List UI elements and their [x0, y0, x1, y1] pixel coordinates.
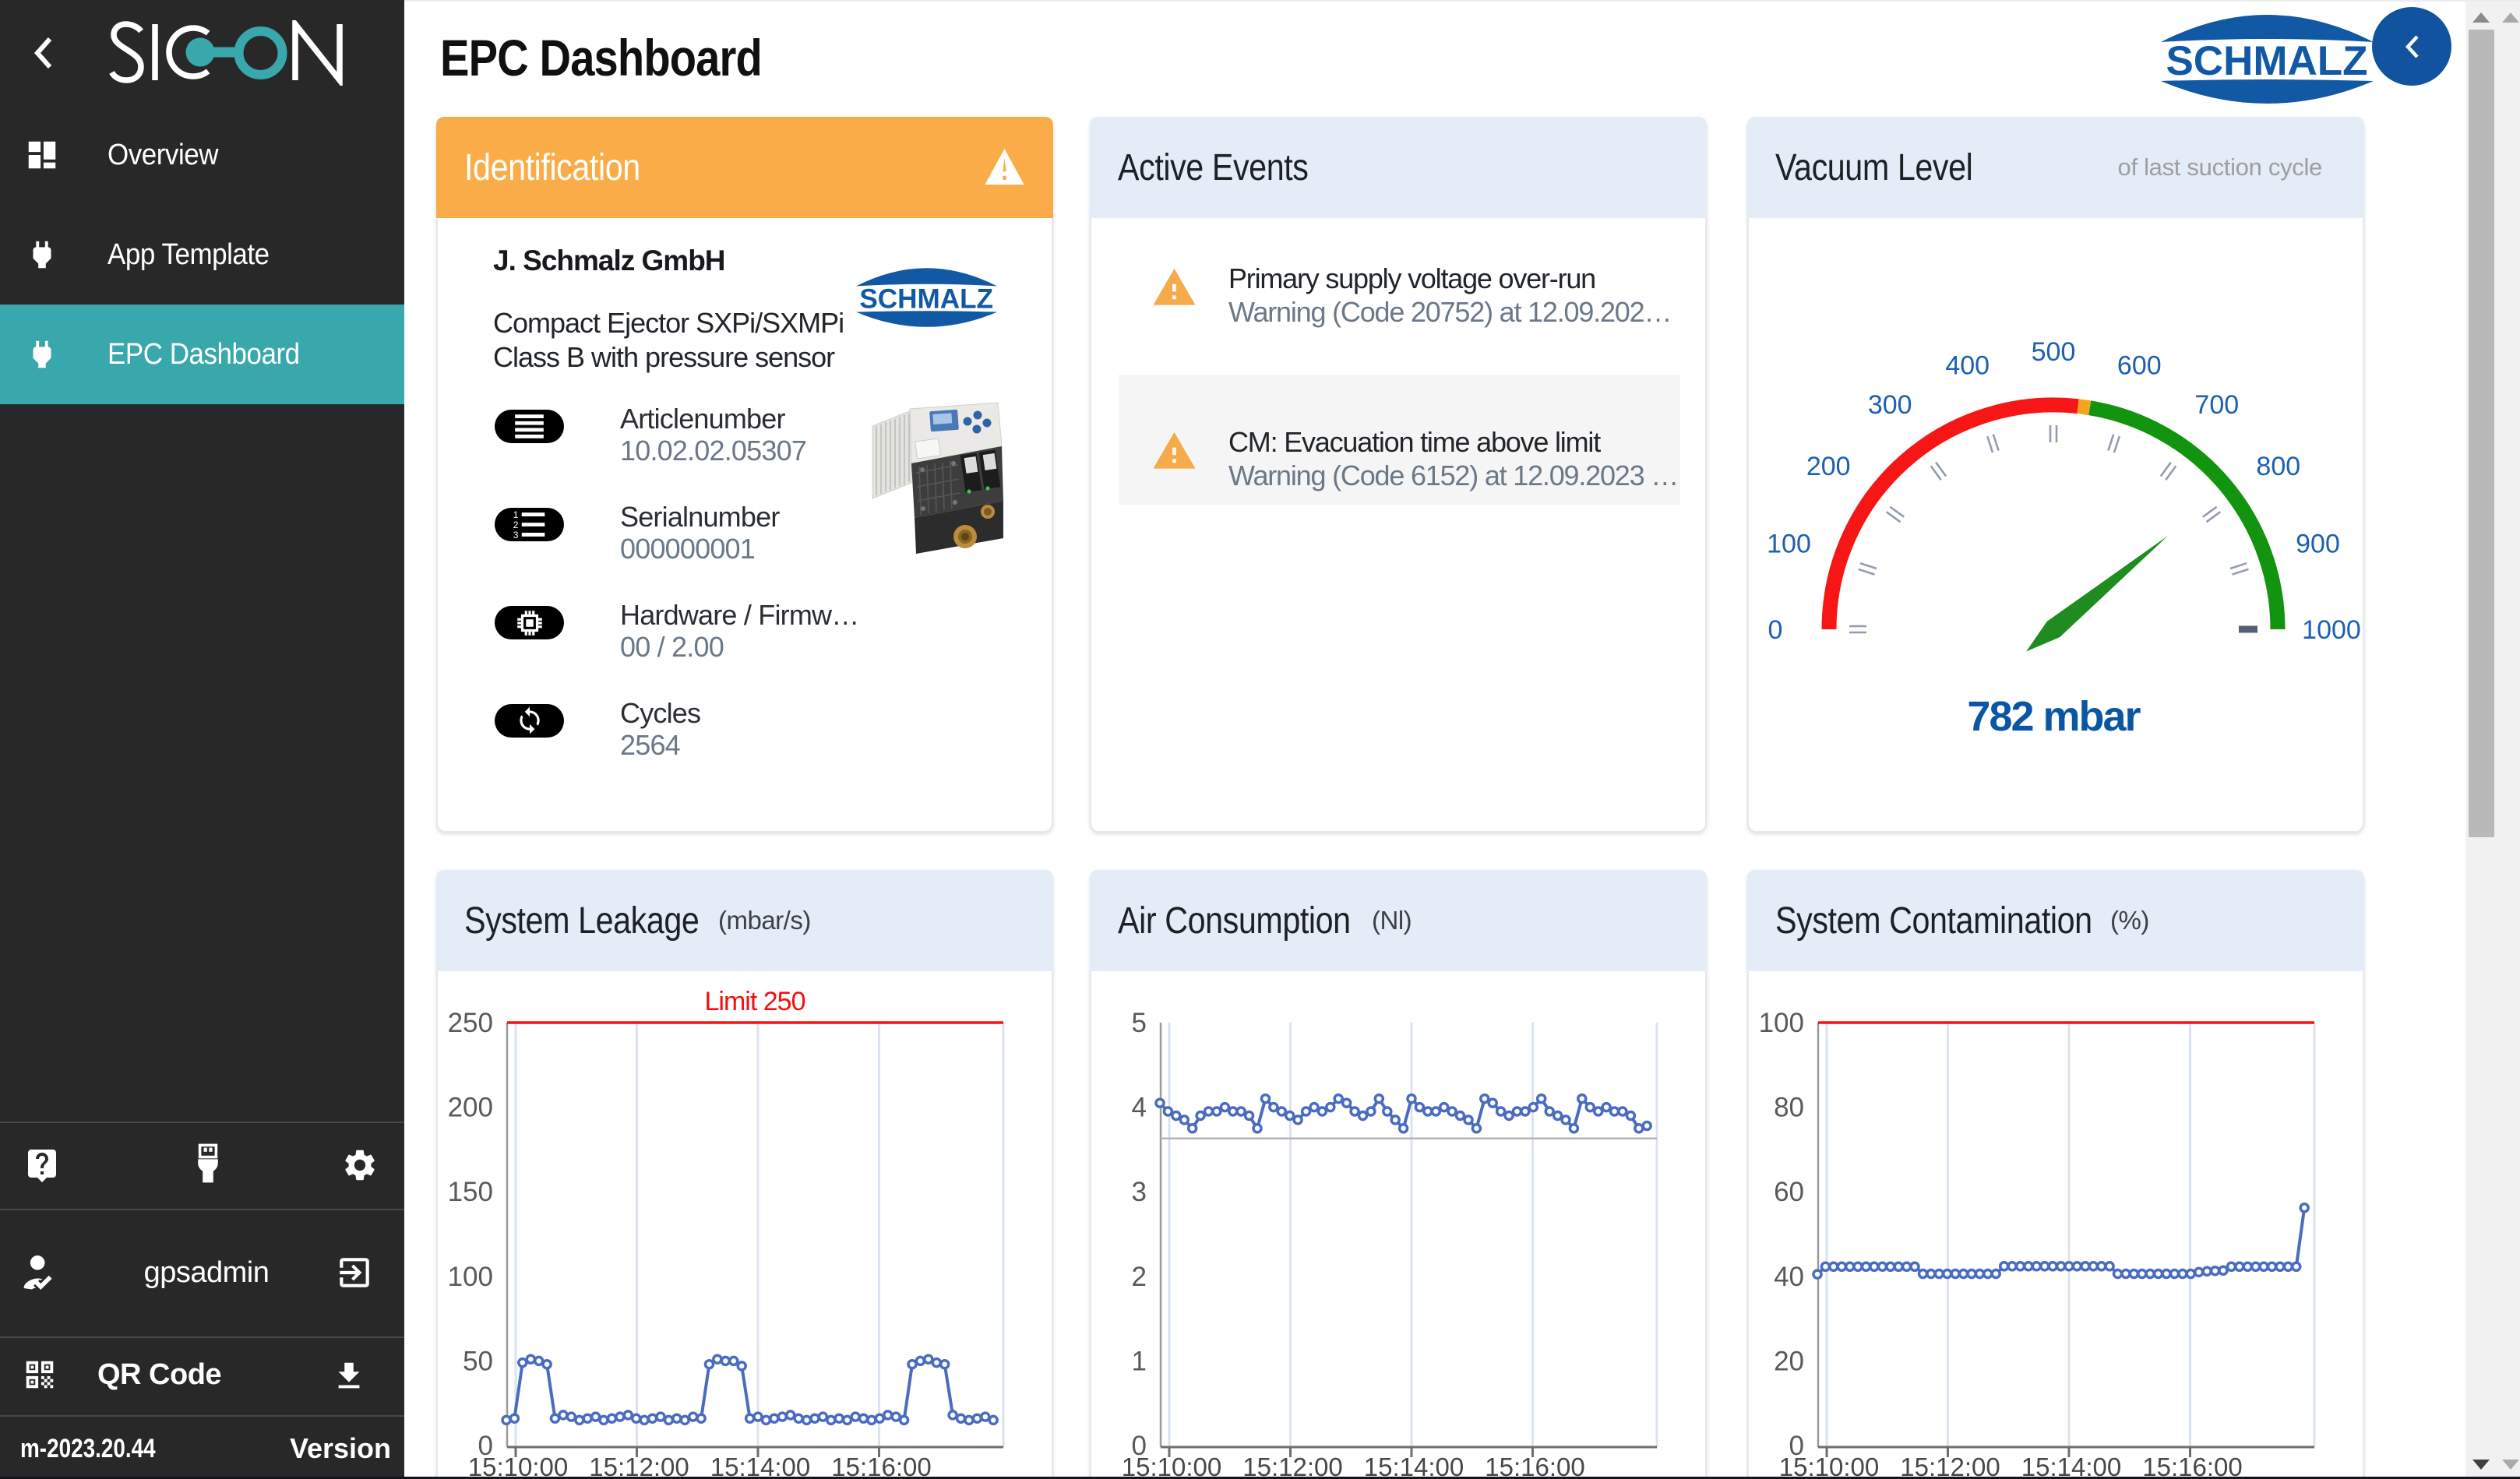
svg-text:15:16:00: 15:16:00	[831, 1453, 931, 1479]
svg-text:2: 2	[1132, 1262, 1147, 1292]
svg-text:15:14:00: 15:14:00	[2021, 1453, 2121, 1479]
svg-text:15:12:00: 15:12:00	[589, 1453, 689, 1479]
svg-text:150: 150	[448, 1177, 493, 1207]
svg-text:15:14:00: 15:14:00	[1364, 1453, 1464, 1479]
svg-text:1: 1	[1132, 1346, 1147, 1376]
svg-text:15:16:00: 15:16:00	[2142, 1453, 2242, 1479]
svg-text:100: 100	[448, 1262, 493, 1292]
svg-text:80: 80	[1774, 1093, 1804, 1123]
svg-text:4: 4	[1132, 1093, 1147, 1123]
svg-text:5: 5	[1132, 1008, 1147, 1038]
svg-text:15:12:00: 15:12:00	[1900, 1453, 2000, 1479]
svg-text:250: 250	[448, 1008, 493, 1038]
svg-text:15:14:00: 15:14:00	[710, 1453, 810, 1479]
svg-text:15:16:00: 15:16:00	[1485, 1453, 1584, 1479]
svg-text:Limit 250: Limit 250	[705, 987, 805, 1016]
svg-text:20: 20	[1774, 1346, 1804, 1376]
svg-text:3: 3	[1132, 1177, 1147, 1207]
svg-text:40: 40	[1774, 1262, 1804, 1292]
svg-text:200: 200	[448, 1093, 493, 1123]
svg-text:50: 50	[463, 1346, 493, 1376]
svg-text:15:12:00: 15:12:00	[1242, 1453, 1342, 1479]
svg-text:15:10:00: 15:10:00	[1779, 1453, 1879, 1479]
svg-text:15:10:00: 15:10:00	[1122, 1453, 1221, 1479]
svg-text:15:10:00: 15:10:00	[468, 1453, 568, 1479]
svg-text:100: 100	[1759, 1008, 1804, 1038]
svg-text:60: 60	[1774, 1177, 1804, 1207]
